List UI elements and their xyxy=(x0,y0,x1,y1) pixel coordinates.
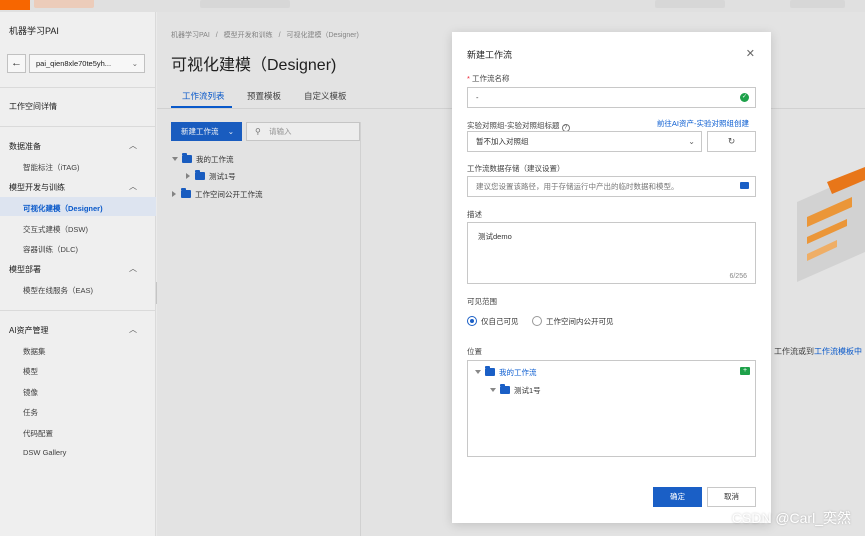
description-textarea[interactable]: 测试demo 6/256 xyxy=(467,222,756,284)
workflow-name-label-text: 工作流名称 xyxy=(472,74,510,83)
location-node-my-workflows[interactable]: 我的工作流 xyxy=(475,366,537,378)
create-control-group-link[interactable]: 前往AI资产-实验对照组创建 xyxy=(657,118,749,129)
storage-path-input[interactable]: 建议您设置该路径，用于存储运行中产出的临时数据和模型。 xyxy=(467,176,756,197)
caret-down-icon[interactable] xyxy=(475,370,481,374)
new-workflow-dialog: 新建工作流 ✕ * 工作流名称 - ✓ 实验对照组-实验对照组标题? 前往AI资… xyxy=(452,32,771,523)
radio-checked-icon xyxy=(467,316,477,326)
character-count: 6/256 xyxy=(729,273,747,280)
description-value: 测试demo xyxy=(478,232,512,241)
refresh-button[interactable]: ↻ xyxy=(707,131,756,152)
cancel-button[interactable]: 取消 xyxy=(707,487,756,507)
refresh-icon: ↻ xyxy=(727,136,736,146)
control-group-label-text: 实验对照组-实验对照组标题 xyxy=(467,121,560,130)
folder-icon xyxy=(500,384,510,394)
radio-workspace-public[interactable]: 工作空间内公开可见 xyxy=(532,316,614,327)
location-label: 位置 xyxy=(467,347,482,356)
folder-icon[interactable] xyxy=(740,182,749,189)
location-node-label: 我的工作流 xyxy=(499,368,537,377)
workflow-name-value: - xyxy=(476,93,479,102)
radio-unchecked-icon xyxy=(532,316,542,326)
confirm-button[interactable]: 确定 xyxy=(653,487,702,507)
control-group-value: 暂不加入对照组 xyxy=(476,137,529,146)
check-circle-icon: ✓ xyxy=(740,93,749,102)
caret-down-icon[interactable] xyxy=(490,388,496,392)
storage-label: 工作流数据存储（建议设置） xyxy=(467,164,565,173)
radio-public-label: 工作空间内公开可见 xyxy=(546,317,614,326)
watermark: CSDN @Carl_奕然 xyxy=(731,510,851,526)
description-label: 描述 xyxy=(467,210,482,219)
close-icon[interactable]: ✕ xyxy=(746,47,755,60)
radio-private-label: 仅自己可见 xyxy=(481,317,519,326)
visibility-label: 可见范围 xyxy=(467,297,497,306)
radio-private[interactable]: 仅自己可见 xyxy=(467,316,519,327)
workflow-name-input[interactable]: - ✓ xyxy=(467,87,756,108)
add-folder-icon[interactable]: + xyxy=(740,367,750,375)
chevron-down-icon: ⌄ xyxy=(688,137,695,146)
storage-path-placeholder: 建议您设置该路径，用于存储运行中产出的临时数据和模型。 xyxy=(476,182,679,191)
folder-icon xyxy=(485,366,495,376)
workflow-name-label: * 工作流名称 xyxy=(467,73,510,84)
dialog-title: 新建工作流 xyxy=(467,50,513,60)
control-group-select[interactable]: 暂不加入对照组 ⌄ xyxy=(467,131,702,152)
location-node-label: 测试1号 xyxy=(514,386,541,395)
location-node-test1[interactable]: 测试1号 xyxy=(490,384,541,396)
location-tree: 我的工作流 测试1号 + xyxy=(467,360,756,457)
